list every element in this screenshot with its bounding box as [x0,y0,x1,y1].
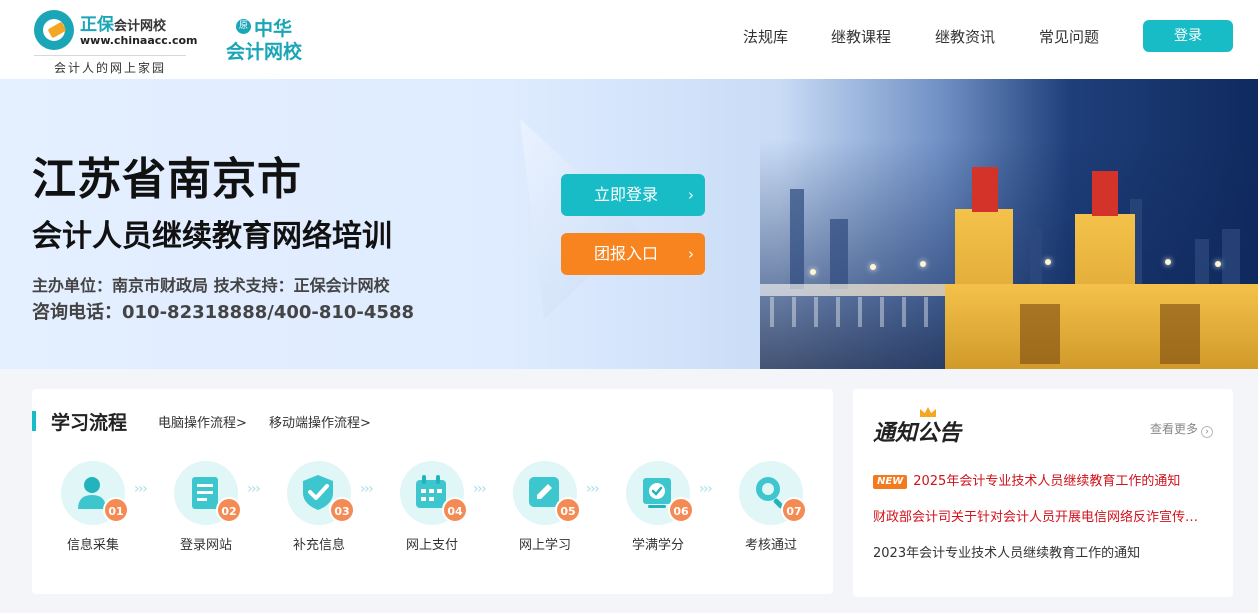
lamp-light [1165,259,1171,265]
step-label: 登录网站 [179,538,232,553]
banner-decoration [520,119,640,319]
login-now-label: 立即登录 [594,185,659,204]
logo-badge-icon [34,10,74,50]
tower-flag-left [972,167,998,212]
step-assessment-passed[interactable]: 07 考核通过 [729,461,809,561]
hero-banner: 江苏省南京市 会计人员继续教育网络培训 主办单位：南京市财政局 技术支持：正保会… [0,79,1258,369]
nav-courses[interactable]: 继教课程 [831,26,891,47]
title-accent-bar [32,411,36,431]
group-entry-button[interactable]: 团报入口 › [561,233,705,275]
zhonghua-logo[interactable]: 原 中华 会计网校 [226,14,316,64]
nav-regulations[interactable]: 法规库 [743,26,788,47]
chinaacc-logo[interactable]: 正保会计网校 www.chinaacc.com 会计人的网上家园 [34,8,198,76]
skyline-building [790,189,804,289]
notice-card: 通知公告 查看更多 › NEW 2025年会计专业技术人员继续教育工作的通知 财政部… [853,389,1233,597]
notice-item-text: 2025年会计专业技术人员继续教育工作的通知 [913,474,1181,489]
learning-process-card: 学习流程 电脑操作流程> 移动端操作流程> 01 信息采集 › › › 02 登… [32,389,833,594]
chevron-right-icon: › [688,186,694,204]
step-arrow-icon: › › › [360,481,374,497]
banner-subtitle: 会计人员继续教育网络培训 [32,219,392,254]
group-entry-label: 团报入口 [594,244,659,263]
notice-item[interactable]: 2023年会计专业技术人员继续教育工作的通知 [873,542,1203,561]
step-label: 补充信息 [292,538,345,553]
step-arrow-icon: › › › [699,481,713,497]
step-login-site[interactable]: 02 登录网站 [164,461,244,561]
step-info-collection[interactable]: 01 信息采集 [51,461,131,561]
notice-item-text: 2023年会计专业技术人员继续教育工作的通知 [873,546,1141,561]
nav-faq[interactable]: 常见问题 [1039,26,1099,47]
bridge-window [1020,304,1060,364]
step-label: 信息采集 [66,538,119,553]
skyline-building [1222,229,1240,289]
bridge-window [1160,304,1200,364]
notice-item-text: 财政部会计司关于针对会计人员开展电信网络反诈宣传的通知 [873,510,1203,525]
new-badge: NEW [873,475,908,489]
step-arrow-icon: › › › [586,481,600,497]
mobile-guide-link[interactable]: 移动端操作流程> [269,412,371,431]
step-online-learning[interactable]: 05 网上学习 [503,461,583,561]
notice-item[interactable]: 财政部会计司关于针对会计人员开展电信网络反诈宣传的通知 [873,506,1203,525]
step-arrow-icon: › › › [134,481,148,497]
process-title: 学习流程 [51,412,128,434]
step-arrow-icon: › › › [247,481,261,497]
skyline-building [830,219,848,289]
step-credits-complete[interactable]: 06 学满学分 [616,461,696,561]
step-label: 网上学习 [518,538,571,553]
skyline-building [1030,229,1042,289]
header: 正保会计网校 www.chinaacc.com 会计人的网上家园 原 中华 会计… [0,0,1258,79]
logo-url: www.chinaacc.com [80,34,198,47]
step-number: 02 [216,497,242,523]
step-label: 学满学分 [631,538,684,553]
lamp-light [1045,259,1051,265]
lamp-light [810,269,816,275]
login-now-button[interactable]: 立即登录 › [561,174,705,216]
logo-slogan: 会计人的网上家园 [34,55,186,76]
logo2-line2: 会计网校 [226,41,303,63]
chevron-right-icon: › [688,245,694,263]
notice-item[interactable]: NEW 2025年会计专业技术人员继续教育工作的通知 [873,470,1203,489]
step-number: 06 [668,497,694,523]
notice-title: 通知公告 [873,420,962,446]
bridge-arches [770,297,970,327]
step-number: 04 [442,497,468,523]
banner-hotline: 咨询电话：010-82318888/400-810-4588 [32,302,414,323]
step-label: 考核通过 [744,538,797,553]
step-number: 07 [781,497,807,523]
nav-news[interactable]: 继教资讯 [935,26,995,47]
step-arrow-icon: › › › [473,481,487,497]
view-more-link[interactable]: 查看更多 › [1150,420,1213,438]
skyline-building [1195,239,1209,289]
logo-name: 正保会计网校 [80,15,167,35]
step-online-payment[interactable]: 04 网上支付 [390,461,470,561]
step-number: 05 [555,497,581,523]
banner-title: 江苏省南京市 [32,154,302,205]
bridge-base [945,284,1258,369]
logo-original-badge: 原 [236,19,251,34]
pc-guide-link[interactable]: 电脑操作流程> [158,412,247,431]
lamp-light [1215,261,1221,267]
lamp-light [920,261,926,267]
step-label: 网上支付 [405,538,458,553]
login-button[interactable]: 登录 [1143,20,1233,52]
banner-organizer: 主办单位：南京市财政局 技术支持：正保会计网校 [32,276,390,295]
step-number: 03 [329,497,355,523]
tower-flag-right [1092,171,1118,216]
step-supplement-info[interactable]: 03 补充信息 [277,461,357,561]
lamp-light [870,264,876,270]
view-more-label: 查看更多 [1149,422,1198,436]
chevron-right-icon: › [1201,426,1213,438]
step-number: 01 [103,497,129,523]
